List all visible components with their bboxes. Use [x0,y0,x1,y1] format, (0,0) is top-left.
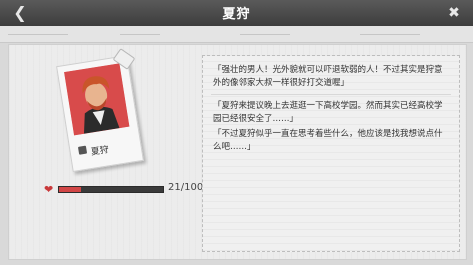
close-icon[interactable]: ✖ [445,4,463,22]
favor-progress-bar [58,186,164,193]
dialog-panel: 「强壮的男人！光外貌就可以吓退软弱的人！不过其实是狩意外的像邻家大叔一样很好打交… [202,55,460,252]
top-bar: ❮ 夏狩 ✖ [0,0,473,27]
tab-divider [240,34,290,35]
heart-icon: ❤ [44,183,54,196]
page-title: 夏狩 [222,7,251,22]
character-portrait [64,63,130,136]
favor-progress-fill [59,187,81,192]
dialog-line-2: 「夏狩来提议晚上去逛逛一下高校学园。然而其实已经高校学园已经很安全了……」 [213,101,443,124]
tab-divider [8,34,68,35]
tab-divider [360,34,420,35]
card-badge-icon [77,145,88,155]
dialog-divider [211,94,451,95]
character-portrait-art [64,63,130,136]
card-character-name: 夏狩 [90,145,110,158]
favor-value: 21/100 [168,182,204,193]
dialog-line-3: 「不过夏狩似乎一直在思考着些什么，他应该是找我想说点什么吧……」 [213,129,443,152]
tab-divider [120,34,160,35]
dialog-line-1: 「强壮的男人！光外貌就可以吓退软弱的人！不过其实是狩意外的像邻家大叔一样很好打交… [213,65,443,88]
tab-strip [0,26,473,43]
